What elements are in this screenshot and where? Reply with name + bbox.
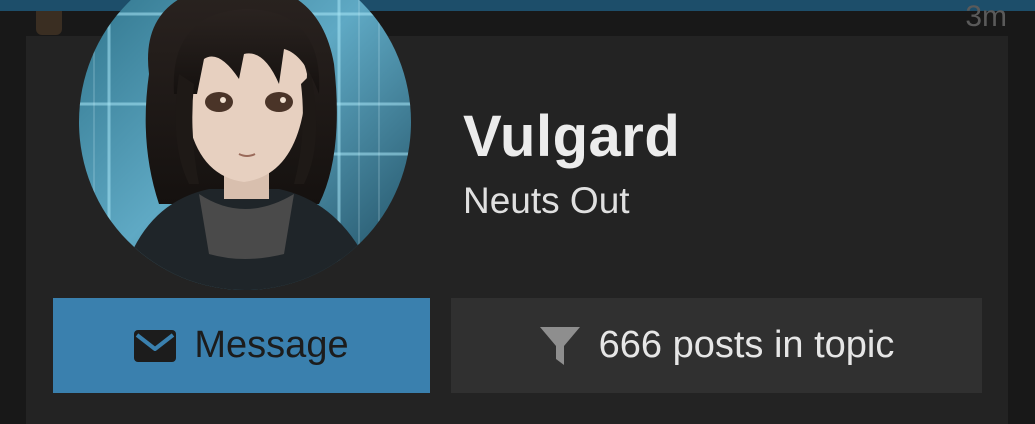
background-post-time: 3m — [965, 2, 1007, 28]
message-button[interactable]: Message — [53, 298, 430, 393]
user-avatar[interactable] — [79, 0, 411, 290]
filter-icon — [539, 325, 581, 367]
filter-posts-button[interactable]: 666 posts in topic — [451, 298, 982, 393]
background-post-thumbnail — [36, 11, 62, 35]
user-title: Neuts Out — [463, 180, 630, 221]
avatar-image — [79, 0, 411, 290]
filter-posts-button-label: 666 posts in topic — [598, 324, 895, 366]
envelope-icon — [134, 329, 177, 362]
message-button-label: Message — [194, 324, 349, 366]
username[interactable]: Vulgard — [463, 103, 680, 170]
